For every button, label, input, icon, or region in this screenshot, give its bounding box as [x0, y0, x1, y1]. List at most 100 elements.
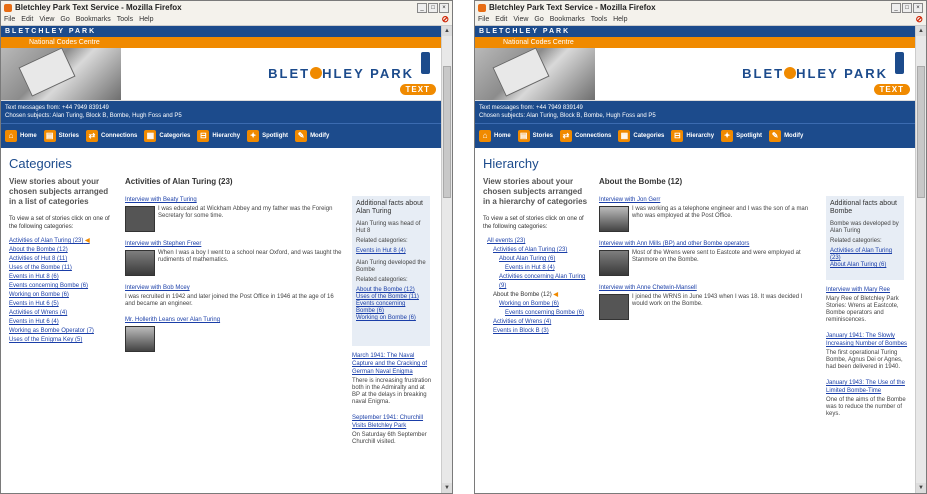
story-link[interactable]: Interview with Mary Ree: [826, 286, 908, 294]
hierarchy-panel: View stories about your chosen subjects …: [483, 177, 591, 426]
close-button[interactable]: ×: [913, 2, 923, 13]
category-link[interactable]: Activities of Alan Turing (23) ◀: [9, 237, 117, 246]
story-link[interactable]: January 1941: The Slowly Increasing Numb…: [826, 332, 908, 348]
menu-tools[interactable]: Tools: [117, 16, 133, 23]
scroll-down-icon[interactable]: ▼: [442, 483, 452, 493]
site-banner: BLET HLEY PARK TEXT: [1, 48, 442, 101]
nav-home[interactable]: ⌂ Home: [479, 130, 511, 142]
nav-stories[interactable]: ▤ Stories: [43, 130, 79, 142]
story-link[interactable]: Mr. Hollerith Leans over Alan Turing: [125, 316, 344, 324]
nav-home[interactable]: ⌂ Home: [5, 130, 37, 142]
scroll-up-icon[interactable]: ▲: [442, 26, 452, 36]
story-link[interactable]: Interview with Beaty Turing: [125, 196, 344, 204]
modify-icon: ✎: [295, 130, 308, 142]
tree-item[interactable]: All events (23): [483, 237, 591, 246]
phone-icon: [895, 52, 904, 74]
category-link[interactable]: Uses of the Bombe (11): [9, 264, 117, 273]
scroll-up-icon[interactable]: ▲: [916, 26, 926, 36]
menu-go[interactable]: Go: [534, 16, 543, 23]
nav-connections[interactable]: ⇄ Connections: [560, 130, 611, 142]
categories-icon: ▦: [618, 130, 631, 142]
menu-bookmarks[interactable]: Bookmarks: [550, 16, 585, 23]
minimize-button[interactable]: _: [891, 2, 901, 13]
category-link[interactable]: About the Bombe (12): [9, 246, 117, 255]
fact-link[interactable]: Working on Bombe (6): [356, 315, 426, 322]
category-link[interactable]: Events concerning Bombe (6): [9, 282, 117, 291]
fact-link[interactable]: Events in Hut 8 (4): [356, 248, 426, 255]
category-link[interactable]: Working on Bombe (6): [9, 291, 117, 300]
story-item: Interview with Beaty Turing I was educat…: [125, 196, 344, 232]
story-item: Interview with Bob Mcey I was recruited …: [125, 284, 344, 308]
nav-modify[interactable]: ✎ Modify: [769, 130, 803, 142]
tree-item[interactable]: Events in Hut 8 (4): [483, 264, 591, 273]
stop-icon[interactable]: ⊘: [441, 14, 449, 25]
close-button[interactable]: ×: [439, 2, 449, 13]
story-text: I was educated at Wickham Abbey and my f…: [158, 206, 333, 219]
story-link[interactable]: Interview with Ann Mills (BP) and other …: [599, 240, 818, 248]
maximize-button[interactable]: □: [902, 2, 912, 13]
nav-categories[interactable]: ▦ Categories: [144, 130, 190, 142]
nav-spotlight[interactable]: ✦ Spotlight: [247, 130, 288, 142]
menu-view[interactable]: View: [39, 16, 54, 23]
category-link[interactable]: Events in Hut 6 (5): [9, 300, 117, 309]
scroll-thumb[interactable]: [917, 66, 925, 198]
menu-help[interactable]: Help: [613, 16, 627, 23]
tree-item[interactable]: Activities concerning Alan Turing (9): [483, 273, 591, 291]
fact-link[interactable]: About the Bombe (12): [356, 287, 426, 294]
story-link[interactable]: Interview with Jon Gerr: [599, 196, 818, 204]
story-link[interactable]: September 1941: Churchill Visits Bletchl…: [352, 414, 434, 430]
category-link[interactable]: Events in Hut 6 (4): [9, 318, 117, 327]
logo-o-icon: [784, 67, 797, 79]
menu-file[interactable]: File: [4, 16, 15, 23]
category-link[interactable]: Events in Hut 8 (6): [9, 273, 117, 282]
scroll-down-icon[interactable]: ▼: [916, 483, 926, 493]
story-link[interactable]: Interview with Anne Chetwin-Mansell: [599, 284, 818, 292]
menu-file[interactable]: File: [478, 16, 489, 23]
tree-item[interactable]: About Alan Turing (6): [483, 255, 591, 264]
story-photo: [599, 250, 629, 276]
story-link[interactable]: January 1943: The Use of the Limited Bom…: [826, 379, 908, 395]
menu-go[interactable]: Go: [60, 16, 69, 23]
nav-hierarchy[interactable]: ⊟ Hierarchy: [197, 130, 240, 142]
story-link[interactable]: March 1941: The Naval Capture and the Cr…: [352, 352, 434, 376]
menu-edit[interactable]: Edit: [495, 16, 507, 23]
category-link[interactable]: Uses of the Enigma Key (5): [9, 336, 117, 345]
menu-tools[interactable]: Tools: [591, 16, 607, 23]
nav-stories[interactable]: ▤ Stories: [517, 130, 553, 142]
category-link[interactable]: Working as Bombe Operator (7): [9, 327, 117, 336]
tree-item[interactable]: Activities of Alan Turing (23): [483, 246, 591, 255]
story-item: Mr. Hollerith Leans over Alan Turing: [125, 316, 344, 352]
menu-view[interactable]: View: [513, 16, 528, 23]
main-panel: Activities of Alan Turing (23) Interview…: [125, 177, 434, 454]
story-item: January 1941: The Slowly Increasing Numb…: [826, 332, 908, 371]
minimize-button[interactable]: _: [417, 2, 427, 13]
tree-item[interactable]: Activities of Wrens (4): [483, 318, 591, 327]
nav-hierarchy[interactable]: ⊟ Hierarchy: [671, 130, 714, 142]
tree-item[interactable]: Events in Block B (3): [483, 327, 591, 336]
tree-item[interactable]: Events concerning Bombe (6): [483, 309, 591, 318]
fact-link[interactable]: Events concerning Bombe (6): [356, 301, 426, 315]
stories-icon: ▤: [517, 130, 530, 142]
nav-spotlight[interactable]: ✦ Spotlight: [721, 130, 762, 142]
stop-icon[interactable]: ⊘: [915, 14, 923, 25]
nav-categories[interactable]: ▦ Categories: [618, 130, 664, 142]
fact-link[interactable]: About Alan Turing (6): [830, 262, 900, 269]
nav-connections[interactable]: ⇄ Connections: [86, 130, 137, 142]
tree-item[interactable]: Working on Bombe (6): [483, 300, 591, 309]
maximize-button[interactable]: □: [428, 2, 438, 13]
brand-strip: BLETCHLEY PARK: [1, 26, 442, 37]
scroll-thumb[interactable]: [443, 66, 451, 198]
fact-link[interactable]: Activities of Alan Turing (23): [830, 248, 900, 262]
fact-link[interactable]: Uses of the Bombe (11): [356, 294, 426, 301]
section-title: About the Bombe (12): [599, 177, 683, 186]
menu-edit[interactable]: Edit: [21, 16, 33, 23]
menu-help[interactable]: Help: [139, 16, 153, 23]
category-link[interactable]: Activities of Hut 8 (11): [9, 255, 117, 264]
category-link[interactable]: Activities of Wrens (4): [9, 309, 117, 318]
menu-bookmarks[interactable]: Bookmarks: [76, 16, 111, 23]
story-link[interactable]: Interview with Stephen Freer: [125, 240, 344, 248]
nav-modify[interactable]: ✎ Modify: [295, 130, 329, 142]
story-link[interactable]: Interview with Bob Mcey: [125, 284, 344, 292]
vertical-scrollbar[interactable]: ▲ ▼: [441, 26, 452, 493]
vertical-scrollbar[interactable]: ▲ ▼: [915, 26, 926, 493]
